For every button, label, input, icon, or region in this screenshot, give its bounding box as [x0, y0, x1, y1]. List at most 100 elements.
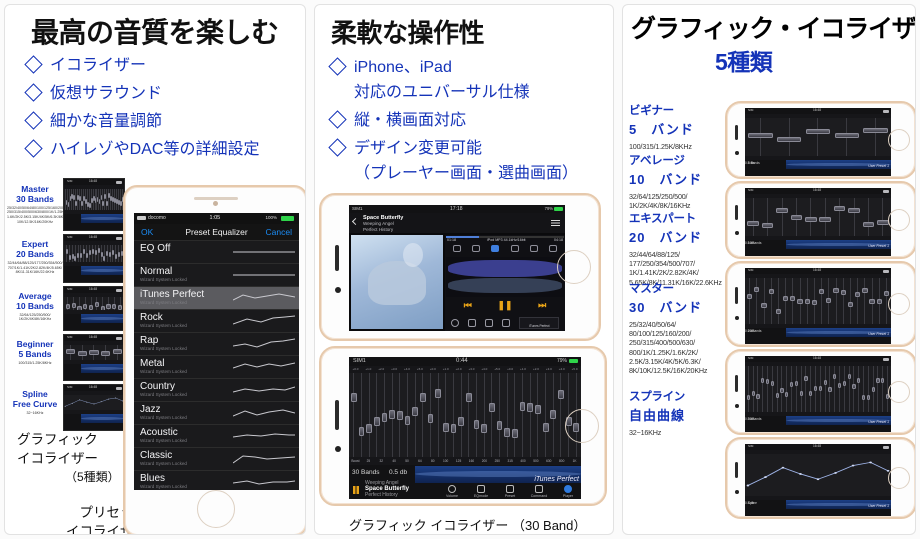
- eq-slider[interactable]: [89, 297, 94, 310]
- eq-slider[interactable]: [84, 189, 87, 210]
- hamburger-menu-icon[interactable]: [551, 220, 560, 226]
- eq-slider-knob[interactable]: [77, 252, 80, 258]
- eq-slider[interactable]: [862, 198, 875, 236]
- eq-slider-knob[interactable]: [799, 390, 803, 396]
- eq-slider[interactable]: [82, 189, 86, 210]
- eq-slider[interactable]: [746, 278, 753, 324]
- eq-slider-knob[interactable]: [420, 393, 426, 403]
- power-button[interactable]: [735, 287, 738, 305]
- eq-slider-knob[interactable]: [877, 220, 889, 225]
- eq-slider[interactable]: [83, 245, 86, 262]
- eq-slider[interactable]: [96, 189, 99, 210]
- eq-slider-knob[interactable]: [797, 298, 803, 304]
- power-button[interactable]: [735, 375, 738, 393]
- eq-slider[interactable]: [74, 245, 77, 262]
- eq-slider[interactable]: [112, 189, 115, 210]
- eq-slider[interactable]: [94, 189, 97, 210]
- eq-slider-knob[interactable]: [504, 427, 511, 437]
- eq-slider[interactable]: [77, 345, 87, 360]
- eq-slider-knob[interactable]: [389, 409, 396, 419]
- eq-slider-knob[interactable]: [761, 302, 767, 308]
- eq-slider[interactable]: [833, 278, 839, 324]
- eq-slider[interactable]: [804, 366, 808, 412]
- eq-slider[interactable]: [94, 245, 97, 262]
- eq-slider[interactable]: [100, 245, 103, 262]
- eq-slider-knob[interactable]: [94, 249, 97, 255]
- eq-slider[interactable]: [747, 198, 760, 236]
- eq-slider[interactable]: [804, 198, 817, 236]
- eq-slider[interactable]: [118, 297, 123, 310]
- eq-slider[interactable]: [112, 345, 122, 360]
- eq-slider-knob[interactable]: [842, 381, 846, 387]
- eq-slider[interactable]: [746, 366, 751, 412]
- eq-slider[interactable]: [823, 366, 827, 412]
- eq-slider-knob[interactable]: [535, 404, 541, 414]
- home-button[interactable]: [888, 467, 910, 489]
- eq-slider[interactable]: [88, 189, 91, 210]
- eq-slider-knob[interactable]: [112, 249, 115, 255]
- eq-slider-knob[interactable]: [756, 393, 760, 399]
- eq-slider-knob[interactable]: [381, 412, 388, 422]
- eq-slider[interactable]: [98, 189, 101, 210]
- eq-slider[interactable]: [117, 189, 120, 210]
- eq-slider-knob[interactable]: [458, 417, 465, 427]
- eq-slider[interactable]: [373, 373, 380, 457]
- eq-slider-knob[interactable]: [818, 385, 822, 391]
- eq-slider[interactable]: [427, 373, 434, 457]
- eq-slider[interactable]: [106, 245, 109, 262]
- preset-row[interactable]: Normal Wizard System Locked: [134, 264, 299, 287]
- eq-slider[interactable]: [811, 278, 818, 324]
- eq-slider[interactable]: [765, 366, 770, 412]
- eq-slider[interactable]: [855, 278, 861, 324]
- next-button[interactable]: ⏭: [538, 301, 546, 310]
- eq-slider[interactable]: [435, 373, 442, 457]
- eq-slider[interactable]: [68, 245, 71, 262]
- eq-slider[interactable]: [71, 189, 74, 210]
- eq-slider-knob[interactable]: [794, 381, 798, 387]
- eq-slider[interactable]: [789, 366, 794, 412]
- eq-slider-knob[interactable]: [473, 420, 480, 430]
- eq-slider[interactable]: [869, 278, 875, 324]
- eq-slider-knob[interactable]: [869, 299, 875, 305]
- eq-slider[interactable]: [847, 198, 860, 236]
- eq-slider[interactable]: [404, 373, 411, 457]
- eq-slider[interactable]: [862, 118, 890, 156]
- home-button[interactable]: [888, 209, 910, 231]
- eq-slider-knob[interactable]: [761, 223, 774, 229]
- eq-slider-knob[interactable]: [746, 394, 750, 400]
- preset-name-label[interactable]: iTunes Perfect: [534, 476, 579, 483]
- eq-slider[interactable]: [86, 245, 89, 262]
- eq-slider[interactable]: [804, 278, 810, 324]
- eq-slider-knob[interactable]: [109, 251, 112, 257]
- eq-slider-knob[interactable]: [847, 302, 854, 308]
- repeat-icon[interactable]: [452, 245, 461, 252]
- preset-name-label[interactable]: User Preset 1: [868, 164, 889, 168]
- eq-slider-knob[interactable]: [481, 424, 488, 434]
- eq-slider[interactable]: [775, 366, 779, 412]
- home-button[interactable]: [565, 409, 599, 443]
- toolbar-item-eqmode[interactable]: EQmode: [470, 485, 492, 498]
- eq-slider[interactable]: [550, 373, 557, 457]
- eq-slider-knob[interactable]: [112, 348, 122, 354]
- eq-slider-knob[interactable]: [761, 377, 765, 383]
- eq-slider-knob[interactable]: [77, 351, 87, 357]
- eq-slider-knob[interactable]: [833, 206, 846, 212]
- preset-name-label[interactable]: User Preset 1: [868, 244, 889, 248]
- eq-slider[interactable]: [75, 189, 78, 210]
- toolbar-item-volume[interactable]: Volume: [441, 485, 463, 498]
- eq-slider-knob[interactable]: [852, 384, 856, 390]
- eq-slider[interactable]: [69, 189, 72, 210]
- eq-slider-knob[interactable]: [103, 256, 106, 262]
- eq-slider-knob[interactable]: [863, 127, 888, 133]
- eq-slider[interactable]: [71, 297, 76, 310]
- eq-slider[interactable]: [527, 373, 534, 457]
- eq-slider-knob[interactable]: [91, 248, 94, 254]
- eq-slider[interactable]: [818, 278, 825, 324]
- eq-slider[interactable]: [79, 189, 82, 210]
- eq-slider-knob[interactable]: [550, 409, 557, 419]
- eq-slider[interactable]: [512, 373, 518, 457]
- eq-slider-knob[interactable]: [790, 295, 796, 301]
- back-chevron-icon[interactable]: [351, 217, 360, 226]
- eq-slider-knob[interactable]: [373, 416, 380, 426]
- eq-slider-knob[interactable]: [466, 392, 472, 402]
